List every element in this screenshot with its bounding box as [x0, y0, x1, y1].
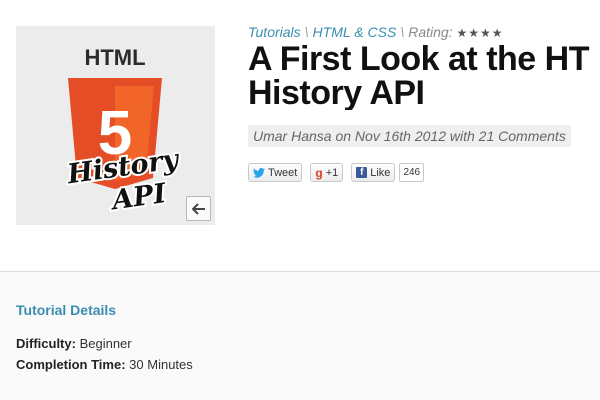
- difficulty-value: Beginner: [79, 336, 132, 351]
- completion-time-label: Completion Time:: [16, 357, 126, 372]
- google-plus-button[interactable]: g +1: [310, 163, 344, 182]
- tweet-label: Tweet: [268, 166, 298, 179]
- title-line-2: History API: [248, 74, 425, 110]
- tweet-button[interactable]: Tweet: [248, 163, 303, 182]
- breadcrumb: Tutorials \ HTML & CSS \ Rating: ★★★★: [248, 24, 503, 40]
- html5-history-api-logo: HTML 5 History API: [62, 45, 184, 219]
- google-plus-label: +1: [325, 166, 339, 179]
- like-count-badge: 246: [399, 163, 425, 182]
- title-line-1: A First Look at the HT: [248, 42, 589, 78]
- breadcrumb-separator: \: [400, 24, 405, 40]
- article-byline: Umar Hansa on Nov 16th 2012 with 21 Comm…: [248, 125, 571, 147]
- difficulty-label: Difficulty:: [16, 336, 76, 351]
- completion-time-value: 30 Minutes: [129, 357, 193, 372]
- social-share-bar: Tweet g +1 f Like 246: [248, 163, 425, 184]
- google-plus-icon: g: [315, 165, 323, 180]
- logo-html-text: HTML: [84, 45, 145, 70]
- completion-time-row: Completion Time: 30 Minutes: [16, 357, 193, 372]
- tutorial-details-heading: Tutorial Details: [16, 302, 117, 318]
- like-label: Like: [370, 166, 391, 179]
- breadcrumb-html-css-link[interactable]: HTML & CSS: [313, 24, 397, 40]
- rating-stars: ★★★★: [456, 26, 504, 40]
- breadcrumb-separator: \: [304, 24, 309, 40]
- page-title: A First Look at the HT History API: [248, 42, 600, 110]
- tutorial-details-panel: Tutorial Details Difficulty: Beginner Co…: [0, 272, 600, 400]
- twitter-bird-icon: [253, 167, 265, 178]
- overlay-api-text: API: [107, 178, 169, 217]
- difficulty-row: Difficulty: Beginner: [16, 336, 132, 351]
- facebook-like-button[interactable]: f Like: [351, 163, 396, 182]
- back-button[interactable]: [186, 196, 211, 221]
- breadcrumb-tutorials-link[interactable]: Tutorials: [248, 24, 301, 40]
- facebook-icon: f: [356, 167, 368, 178]
- arrow-left-icon: [191, 202, 205, 215]
- rating-label: Rating:: [408, 24, 453, 40]
- article-thumbnail: HTML 5 History API: [16, 26, 215, 225]
